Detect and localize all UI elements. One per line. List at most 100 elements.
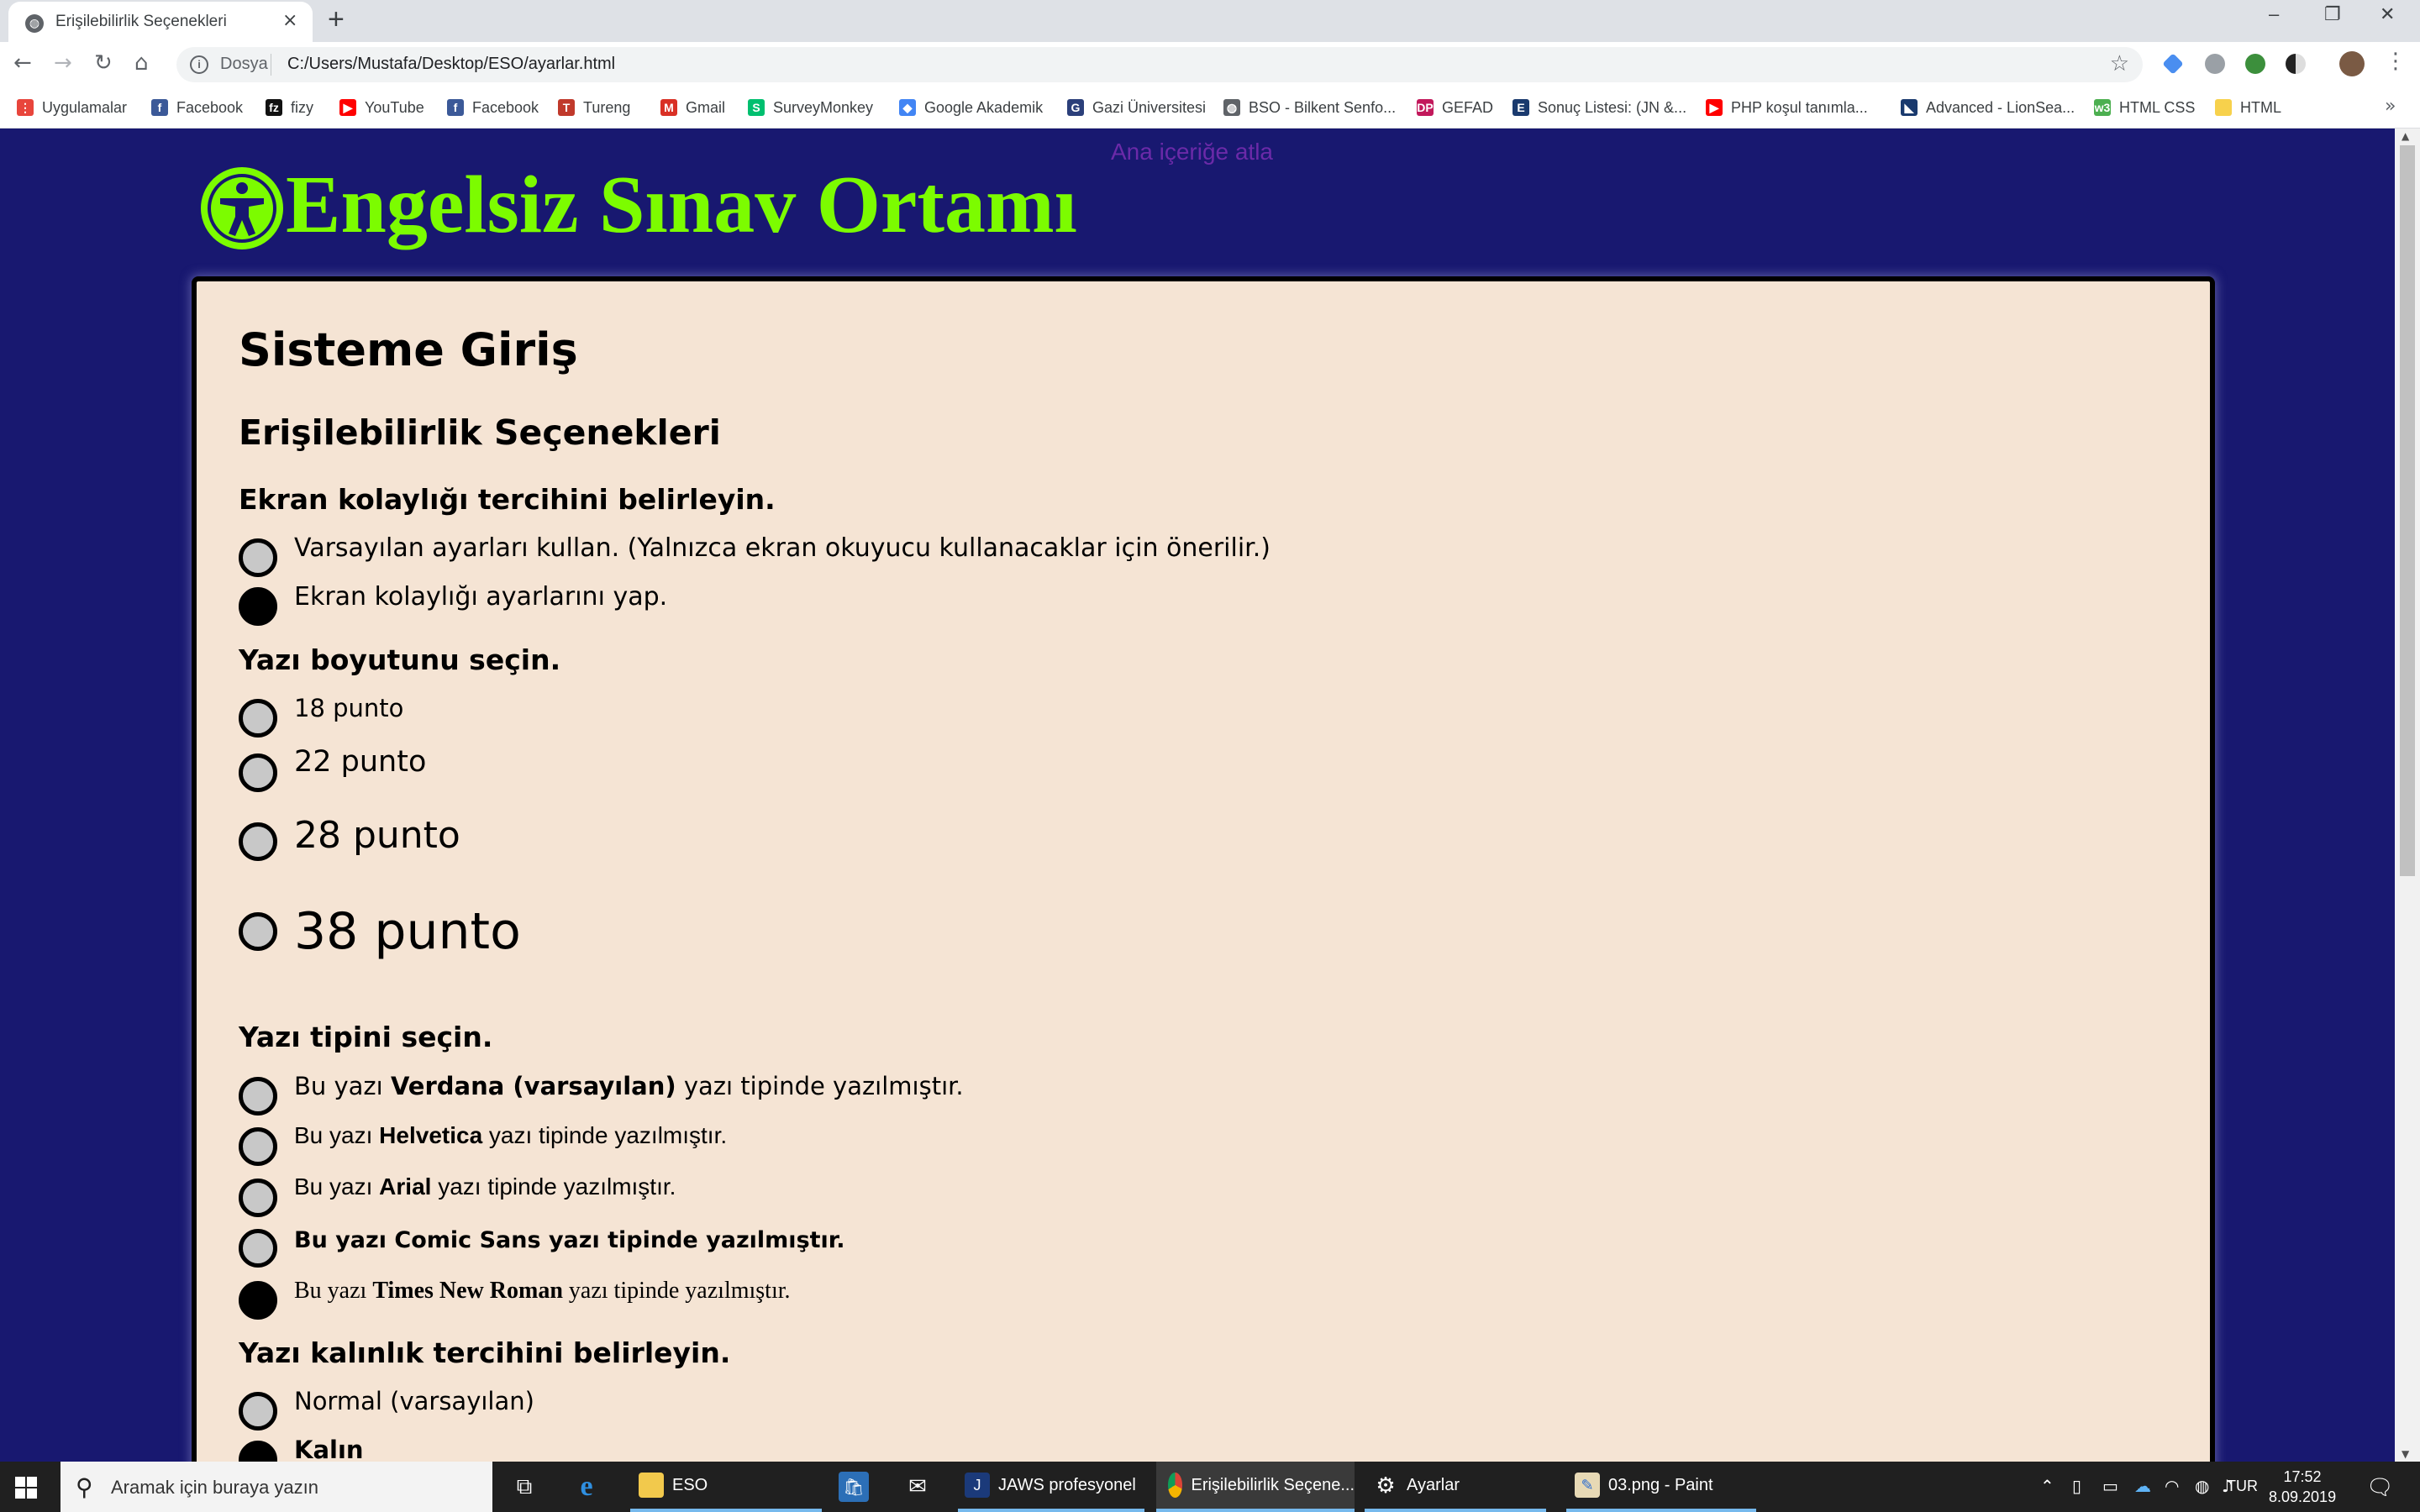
- taskbar-search-box[interactable]: ⚲ Aramak için buraya yazın: [60, 1462, 492, 1512]
- bookmark-item[interactable]: G Gazi Üniversitesi: [1067, 97, 1206, 118]
- minimize-button[interactable]: –: [2269, 3, 2279, 25]
- clock-date: 8.09.2019: [2269, 1488, 2337, 1505]
- fizy-icon: fz: [266, 99, 282, 116]
- back-arrow-icon[interactable]: ←: [13, 50, 32, 76]
- radio-button[interactable]: [239, 1127, 277, 1166]
- close-window-button[interactable]: ✕: [2380, 3, 2395, 25]
- tray-chevron-icon[interactable]: ⌃: [2040, 1476, 2054, 1496]
- scrollbar-thumb[interactable]: [2400, 145, 2415, 876]
- bookmark-item[interactable]: M Gmail: [660, 97, 725, 118]
- radio-button-checked[interactable]: [239, 1441, 277, 1462]
- option-label: Kalın: [294, 1436, 364, 1462]
- menu-kebab-icon[interactable]: ⋮: [2385, 49, 2407, 74]
- restore-button[interactable]: ❐: [2324, 3, 2341, 25]
- info-icon[interactable]: i: [190, 55, 208, 74]
- radio-button-checked[interactable]: [239, 1281, 277, 1320]
- option-label: Varsayılan ayarları kullan. (Yalnızca ek…: [294, 533, 1270, 563]
- option-label: Bu yazı Times New Roman yazı tipinde yaz…: [294, 1278, 791, 1304]
- url-text[interactable]: C:/Users/Mustafa/Desktop/ESO/ayarlar.htm…: [287, 55, 615, 74]
- font-family-question: Yazı tipini seçin.: [239, 1021, 493, 1053]
- bookmark-item[interactable]: ◍ BSO - Bilkent Senfo...: [1223, 97, 1396, 118]
- clock-time: 17:52: [2283, 1468, 2322, 1485]
- bookmark-label: Tureng: [583, 98, 631, 116]
- bookmark-star-icon[interactable]: ☆: [2110, 51, 2129, 76]
- profile-avatar[interactable]: [2339, 51, 2365, 76]
- option-label: 38 punto: [294, 902, 521, 961]
- app-label: ESO: [672, 1475, 708, 1494]
- radio-button[interactable]: [239, 1392, 277, 1431]
- bookmark-item[interactable]: ⋮ Uygulamalar: [17, 97, 127, 118]
- usb-icon[interactable]: ▯: [2072, 1476, 2081, 1496]
- radio-button[interactable]: [239, 538, 277, 577]
- radio-button[interactable]: [239, 822, 277, 861]
- wifi-icon[interactable]: ◠: [2165, 1476, 2179, 1496]
- option-label: Bu yazı Arial yazı tipinde yazılmıştır.: [294, 1173, 676, 1200]
- taskbar-app-settings[interactable]: ⚙ Ayarlar: [1365, 1462, 1546, 1512]
- bookmark-item[interactable]: DP GEFAD: [1417, 97, 1493, 118]
- bookmark-item[interactable]: ◆ Google Akademik: [899, 97, 1043, 118]
- onedrive-icon[interactable]: ☁: [2134, 1476, 2151, 1496]
- taskbar-app-chrome[interactable]: Erişilebilirlik Seçene...: [1156, 1462, 1355, 1512]
- bookmark-item[interactable]: ▶ PHP koşul tanımla...: [1706, 97, 1868, 118]
- bookmark-item[interactable]: ▶ YouTube: [339, 97, 424, 118]
- bookmark-item[interactable]: fz fizy: [266, 97, 313, 118]
- bookmark-item[interactable]: S SurveyMonkey: [748, 97, 873, 118]
- bookmark-item[interactable]: f Facebook: [447, 97, 539, 118]
- task-view-icon[interactable]: ⧉: [509, 1472, 539, 1502]
- bookmark-item[interactable]: E Sonuç Listesi: (JN &...: [1512, 97, 1686, 118]
- bookmark-item[interactable]: f Facebook: [151, 97, 243, 118]
- radio-button[interactable]: [239, 753, 277, 792]
- bookmark-item[interactable]: ◣ Advanced - LionSea...: [1901, 97, 2075, 118]
- main-content-panel: Sisteme Giriş Erişilebilirlik Seçenekler…: [192, 276, 2215, 1462]
- bookmark-item[interactable]: w3 HTML CSS: [2094, 97, 2195, 118]
- notification-center-icon[interactable]: 🗨: [2366, 1475, 2394, 1500]
- radio-button[interactable]: [239, 1179, 277, 1217]
- extension-globe-icon[interactable]: [2245, 54, 2265, 74]
- radio-button[interactable]: [239, 912, 277, 951]
- globe-icon[interactable]: ◍: [2195, 1476, 2209, 1496]
- gmail-icon: M: [660, 99, 677, 116]
- address-bar[interactable]: i Dosya C:/Users/Mustafa/Desktop/ESO/aya…: [176, 47, 2143, 82]
- app-label: Erişilebilirlik Seçene...: [1191, 1475, 1355, 1494]
- mail-icon[interactable]: ✉: [902, 1472, 933, 1502]
- radio-button[interactable]: [239, 1077, 277, 1116]
- folder-icon: [639, 1473, 664, 1498]
- new-tab-button[interactable]: +: [328, 3, 345, 36]
- font-weight-question: Yazı kalınlık tercihini belirleyin.: [239, 1336, 731, 1369]
- skip-to-content-link[interactable]: Ana içeriğe atla: [1111, 139, 1273, 165]
- apps-grid-icon: ⋮: [17, 99, 34, 116]
- extension-diamond-icon[interactable]: [2162, 53, 2184, 75]
- gear-icon: ⚙: [1376, 1473, 1396, 1498]
- scroll-down-icon[interactable]: ▼: [2402, 1448, 2409, 1460]
- taskbar-app-eso[interactable]: ESO: [630, 1462, 822, 1512]
- reload-icon[interactable]: ↻: [94, 50, 113, 76]
- close-tab-icon[interactable]: ×: [282, 10, 297, 31]
- scroll-up-icon[interactable]: ▲: [2402, 130, 2409, 142]
- store-icon[interactable]: 🛍: [839, 1472, 869, 1502]
- bookmark-item[interactable]: T Tureng: [558, 97, 630, 118]
- language-indicator[interactable]: TUR: [2227, 1478, 2258, 1495]
- bookmark-item[interactable]: HTML: [2215, 97, 2281, 118]
- bookmark-label: Advanced - LionSea...: [1926, 98, 2075, 116]
- taskbar-app-jaws[interactable]: J JAWS profesyonel: [958, 1462, 1144, 1512]
- option-label: 18 punto: [294, 694, 404, 722]
- browser-tab-active[interactable]: ◍ Erişilebilirlik Seçenekleri ×: [8, 2, 313, 42]
- option-label: Ekran kolaylığı ayarlarını yap.: [294, 582, 668, 612]
- radio-button[interactable]: [239, 699, 277, 738]
- google-scholar-icon: ◆: [899, 99, 916, 116]
- radio-button[interactable]: [239, 1229, 277, 1268]
- windows-start-icon[interactable]: [15, 1477, 37, 1499]
- extension-darkmode-icon[interactable]: [2286, 54, 2306, 74]
- page-scrollbar[interactable]: ▲ ▼: [2395, 129, 2420, 1462]
- radio-button-checked[interactable]: [239, 587, 277, 626]
- bookmarks-overflow-icon[interactable]: »: [2385, 96, 2396, 117]
- clock[interactable]: 17:52 8.09.2019: [2269, 1467, 2336, 1507]
- taskbar-app-paint[interactable]: ✎ 03.png - Paint: [1566, 1462, 1756, 1512]
- tab-title: Erişilebilirlik Seçenekleri: [55, 13, 227, 30]
- app-label: JAWS profesyonel: [998, 1475, 1136, 1494]
- edge-browser-icon[interactable]: e: [571, 1472, 602, 1502]
- battery-icon[interactable]: ▭: [2102, 1476, 2118, 1496]
- forward-arrow-icon[interactable]: →: [54, 50, 72, 76]
- home-icon[interactable]: ⌂: [134, 50, 149, 76]
- extension-puzzle-icon[interactable]: [2205, 54, 2225, 74]
